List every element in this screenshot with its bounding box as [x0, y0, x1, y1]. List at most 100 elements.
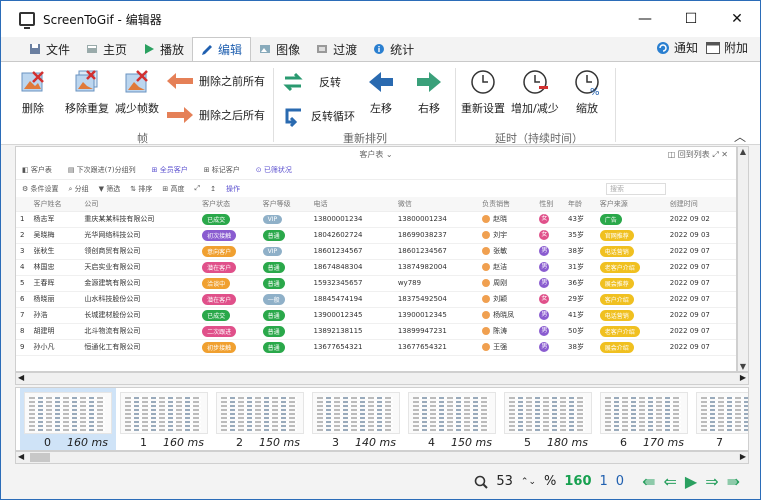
next-frame-icon[interactable]: ⇒ [705, 472, 718, 491]
frame-number: 6 [620, 436, 627, 449]
gender-badge: 女 [539, 230, 550, 240]
sales-name: 赵晓 [493, 215, 508, 223]
avatar [482, 343, 491, 351]
frame-number: 3 [332, 436, 339, 449]
scroll-right-icon[interactable]: ▶ [740, 373, 746, 382]
frame-list-scrollbar[interactable]: ◀ ▶ [15, 451, 749, 464]
frame-thumbnail[interactable]: 2 150 ms [212, 388, 308, 450]
table-row: 2 吴晓梅 光华网络科技公司 初次接触 普通 18042602724 18699038237… [16, 227, 736, 244]
wechat: 13874982004 [397, 263, 447, 271]
frame-thumbnail[interactable]: 0 160 ms [20, 388, 116, 450]
increase-decrease-delay-button[interactable]: 增加/减少 [511, 68, 559, 116]
notify-button[interactable]: 通知 [656, 39, 698, 56]
frame-thumbnail[interactable]: 6 170 ms [596, 388, 692, 450]
age: 35岁 [568, 231, 584, 239]
delete-before-button[interactable]: 删除之前所有 [167, 72, 265, 90]
close-button[interactable]: ✕ [714, 1, 760, 37]
delete-after-button[interactable]: 删除之后所有 [167, 106, 265, 124]
status-badge: 洽谈中 [202, 277, 231, 289]
move-right-button[interactable]: 右移 [415, 68, 443, 116]
sales-name: 陈涛 [493, 327, 508, 335]
frame-thumbnail[interactable]: 5 180 ms [500, 388, 596, 450]
avatar [482, 295, 491, 303]
zoom-stepper-icon[interactable]: ⌃⌄ [521, 477, 536, 487]
yoyo-button[interactable]: 反转循环 [281, 104, 355, 128]
zoom-value[interactable]: 53 [496, 474, 513, 489]
avatar [482, 327, 491, 335]
first-frame-icon[interactable]: ⇚ [642, 472, 655, 491]
frame-preview[interactable]: 客户表 ⌄ ◫ 回到列表 ⤢ ✕ ◧ 客户表 ▤ 下次跟进(7)分组列 ⊞ 全员… [15, 146, 737, 372]
table-row: 1 杨志军 重庆某某科技有限公司 已成交 VIP 13800001234 138000012… [16, 211, 736, 228]
clock-percent-icon: % [575, 70, 600, 96]
gender-badge: 男 [539, 246, 550, 256]
move-left-button[interactable]: 左移 [367, 68, 395, 116]
source-badge: 老客户介绍 [599, 325, 640, 337]
table-row: 7 孙浩 长城建材股份公司 已成交 普通 13900012345 13900012345 杨晓… [16, 307, 736, 324]
frame-thumbnail[interactable]: 7 [692, 388, 748, 450]
frame-duration: 160 ms [163, 436, 204, 449]
gender-badge: 男 [539, 342, 550, 352]
collapse-ribbon-icon[interactable]: ︿ [734, 128, 746, 145]
frame-list[interactable]: 0 160 ms 1 160 ms 2 150 ms 3 140 ms 4 150 ms 5 180 … [15, 387, 749, 451]
scroll-thumb[interactable] [30, 453, 50, 462]
created-time: 2022 09 02 [669, 215, 710, 223]
tab-play[interactable]: 播放 [135, 37, 192, 61]
column-header: 客户状态 [198, 197, 259, 212]
level-badge: 一般 [262, 293, 285, 305]
age: 41岁 [568, 311, 584, 319]
frame-duration: 170 ms [643, 436, 684, 449]
view-item: ▤ 下次跟进(7)分组列 [67, 166, 136, 174]
tab-statistics[interactable]: 统计 [365, 37, 422, 61]
scroll-up-icon[interactable]: ▲ [738, 147, 748, 156]
frame-thumbnail[interactable]: 1 160 ms [116, 388, 212, 450]
gender-badge: 男 [539, 310, 550, 320]
frame-image [120, 392, 208, 434]
preview-vertical-scrollbar[interactable]: ▲ ▼ [737, 146, 749, 372]
scroll-down-icon[interactable]: ▼ [738, 362, 748, 371]
toolbar-item: 操作 [225, 184, 240, 193]
status-badge: 潜在客户 [202, 261, 237, 273]
maximize-button[interactable]: ☐ [668, 1, 714, 37]
override-delay-button[interactable]: 重新设置 [461, 68, 505, 116]
reduce-frames-button[interactable]: 减少帧数 [115, 68, 159, 116]
preview-title: 客户表 ⌄ [359, 149, 393, 159]
play-preview-icon[interactable]: ▶ [685, 472, 697, 491]
title-bar: ScreenToGif - 编辑器 — ☐ ✕ [1, 1, 760, 37]
clock-plus-minus-icon [523, 70, 548, 94]
delete-frame-icon [21, 71, 44, 92]
preview-horizontal-scrollbar[interactable]: ◀ ▶ [15, 372, 749, 385]
home-icon [87, 45, 98, 53]
save-icon [30, 44, 40, 54]
tab-transition[interactable]: 过渡 [308, 37, 365, 61]
increase-decrease-label: 增加/减少 [511, 102, 559, 115]
tab-edit[interactable]: 编辑 [192, 37, 252, 61]
last-frame-icon[interactable]: ⇛ [727, 472, 740, 491]
remove-duplicates-icon [75, 70, 98, 92]
tab-file[interactable]: 文件 [21, 37, 78, 61]
column-header: 客户来源 [595, 197, 666, 212]
created-time: 2022 09 03 [669, 231, 710, 239]
reverse-button[interactable]: 反转 [281, 70, 341, 94]
phone: 18042602724 [313, 231, 363, 239]
frame-number: 5 [524, 436, 531, 449]
zoom-icon[interactable] [474, 475, 489, 489]
company-name: 金源建筑有限公司 [84, 279, 141, 287]
status-bar: 53 ⌃⌄ % 160 1 0 ⇚ ⇐ ▶ ⇒ ⇛ [1, 464, 760, 499]
extras-button[interactable]: 附加 [705, 39, 748, 56]
level-badge: 普通 [262, 341, 285, 353]
scroll-right-icon[interactable]: ▶ [740, 452, 746, 461]
tab-image[interactable]: 图像 [251, 37, 308, 61]
scroll-left-icon[interactable]: ◀ [18, 373, 24, 382]
frame-thumbnail[interactable]: 4 150 ms [404, 388, 500, 450]
minimize-button[interactable]: — [622, 1, 668, 37]
delete-button[interactable]: 删除 [19, 68, 47, 116]
previous-frame-icon[interactable]: ⇐ [663, 472, 676, 491]
scale-delay-button[interactable]: % 缩放 [573, 68, 601, 116]
scroll-left-icon[interactable]: ◀ [18, 452, 24, 461]
frame-thumbnail[interactable]: 3 140 ms [308, 388, 404, 450]
created-time: 2022 09 07 [669, 263, 710, 271]
tab-home[interactable]: 主页 [78, 37, 135, 61]
remove-duplicates-button[interactable]: 移除重复 [65, 68, 109, 116]
total-frames: 160 [564, 474, 592, 489]
preview-view-bar: ◧ 客户表 ▤ 下次跟进(7)分组列 ⊞ 全员客户 ⊞ 标记客户 ⊙ 已筛状况 [16, 161, 736, 179]
